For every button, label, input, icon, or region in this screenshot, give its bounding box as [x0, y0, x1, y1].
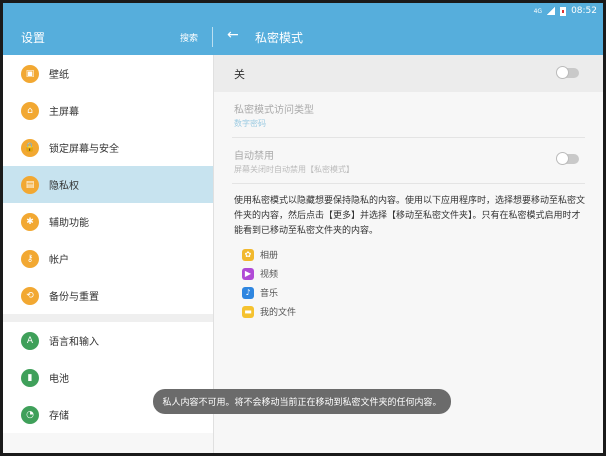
sidebar-item-label: 存储	[49, 411, 69, 422]
app-list-item: ✿ 相册	[242, 245, 585, 264]
signal-label: 4G	[533, 7, 543, 15]
home-icon: ⌂	[21, 101, 39, 120]
sidebar-item-label: 锁定屏幕与安全	[49, 144, 119, 155]
key-icon: ⚷	[21, 249, 39, 268]
video-icon: ▶	[242, 267, 254, 280]
page-title: 私密模式	[255, 31, 304, 45]
sidebar-item[interactable]: ⚷ 帐户	[3, 240, 213, 277]
sidebar-group-personal: ▣ 壁纸 ⌂ 主屏幕 🔒 锁定屏幕与安全 ▤ 隐私权 ✱ 辅助功能 ⚷ 帐户 ⟲ 备份与重置	[3, 55, 213, 314]
access-type-value: 数字密码	[234, 119, 266, 128]
back-arrow-icon[interactable]: ←	[227, 27, 239, 43]
app-list-item: ▬ 我的文件	[242, 302, 585, 321]
access-type-row[interactable]: 私密模式访问类型 数字密码	[232, 92, 585, 138]
search-button[interactable]: 搜索	[180, 31, 198, 44]
app-label: 视频	[260, 270, 279, 280]
auto-disable-toggle[interactable]	[556, 152, 579, 165]
auto-disable-title: 自动禁用	[234, 151, 274, 162]
app-label: 音乐	[260, 289, 279, 299]
auto-disable-row[interactable]: 自动禁用 屏幕关闭时自动禁用【私密模式】	[232, 138, 585, 184]
private-mode-description: 使用私密模式以隐藏想要保持隐私的内容。使用以下应用程序时，选择想要移动至私密文件…	[234, 196, 586, 236]
accessibility-icon: ✱	[21, 212, 39, 231]
sidebar-item[interactable]: 🔒 锁定屏幕与安全	[3, 129, 213, 166]
lock-icon: 🔒	[21, 138, 39, 157]
wallpaper-icon: ▣	[21, 64, 39, 83]
sidebar-item-label: 辅助功能	[49, 218, 89, 229]
master-switch-label: 关	[234, 67, 245, 81]
app-bar: 设置 搜索 ← 私密模式	[3, 19, 603, 55]
master-switch-row[interactable]: 关	[214, 55, 603, 92]
toast-message: 私人内容不可用。将不会移动当前正在移动到私密文件夹的任何内容。	[153, 389, 451, 414]
sidebar-item[interactable]: ⟲ 备份与重置	[3, 277, 213, 314]
appbar-divider	[212, 27, 213, 47]
status-time: 08:52	[571, 6, 597, 16]
battery-status-icon	[560, 6, 567, 16]
sidebar-item-label: 语言和输入	[49, 337, 99, 348]
sidebar-item-label: 隐私权	[49, 181, 79, 192]
battery-icon: ▮	[21, 368, 39, 387]
sidebar-group-system: A 语言和输入 ▮ 电池 ◔ 存储	[3, 322, 213, 433]
sidebar-item[interactable]: ⌂ 主屏幕	[3, 92, 213, 129]
app-label: 我的文件	[260, 308, 297, 318]
sidebar-item[interactable]: A 语言和输入	[3, 322, 213, 359]
gallery-icon: ✿	[242, 248, 254, 261]
app-label: 相册	[260, 251, 279, 261]
backup-icon: ⟲	[21, 286, 39, 305]
sidebar-item-label: 备份与重置	[49, 292, 99, 303]
master-toggle[interactable]	[556, 66, 579, 79]
sidebar-item[interactable]: ✱ 辅助功能	[3, 203, 213, 240]
folder-icon: ▬	[242, 305, 254, 318]
privacy-icon: ▤	[21, 175, 39, 194]
signal-bars-icon	[547, 7, 556, 15]
storage-icon: ◔	[21, 405, 39, 424]
app-list-item: ▶ 视频	[242, 264, 585, 283]
app-list-item: ♪ 音乐	[242, 283, 585, 302]
sidebar-item-label: 帐户	[49, 255, 69, 266]
sidebar-item-label: 主屏幕	[49, 107, 79, 118]
status-bar: 4G 08:52	[3, 3, 603, 19]
sidebar-item-label: 壁纸	[49, 70, 69, 81]
supported-apps-list: ✿ 相册 ▶ 视频 ♪ 音乐 ▬ 我的文件	[232, 245, 585, 321]
access-type-title: 私密模式访问类型	[234, 105, 314, 116]
auto-disable-desc: 屏幕关闭时自动禁用【私密模式】	[234, 165, 354, 174]
music-icon: ♪	[242, 286, 254, 299]
sidebar-divider	[3, 314, 213, 322]
settings-window: 4G 08:52 设置 搜索 ← 私密模式 ▣ 壁纸 ⌂ 主屏幕 🔒 锁定屏幕与安全 ▤ 隐私…	[3, 3, 603, 453]
sidebar-item[interactable]: ▣ 壁纸	[3, 55, 213, 92]
settings-title: 设置	[21, 31, 46, 45]
language-icon: A	[21, 331, 39, 350]
sidebar-item[interactable]: ▤ 隐私权	[3, 166, 213, 203]
sidebar-item-label: 电池	[49, 374, 69, 385]
